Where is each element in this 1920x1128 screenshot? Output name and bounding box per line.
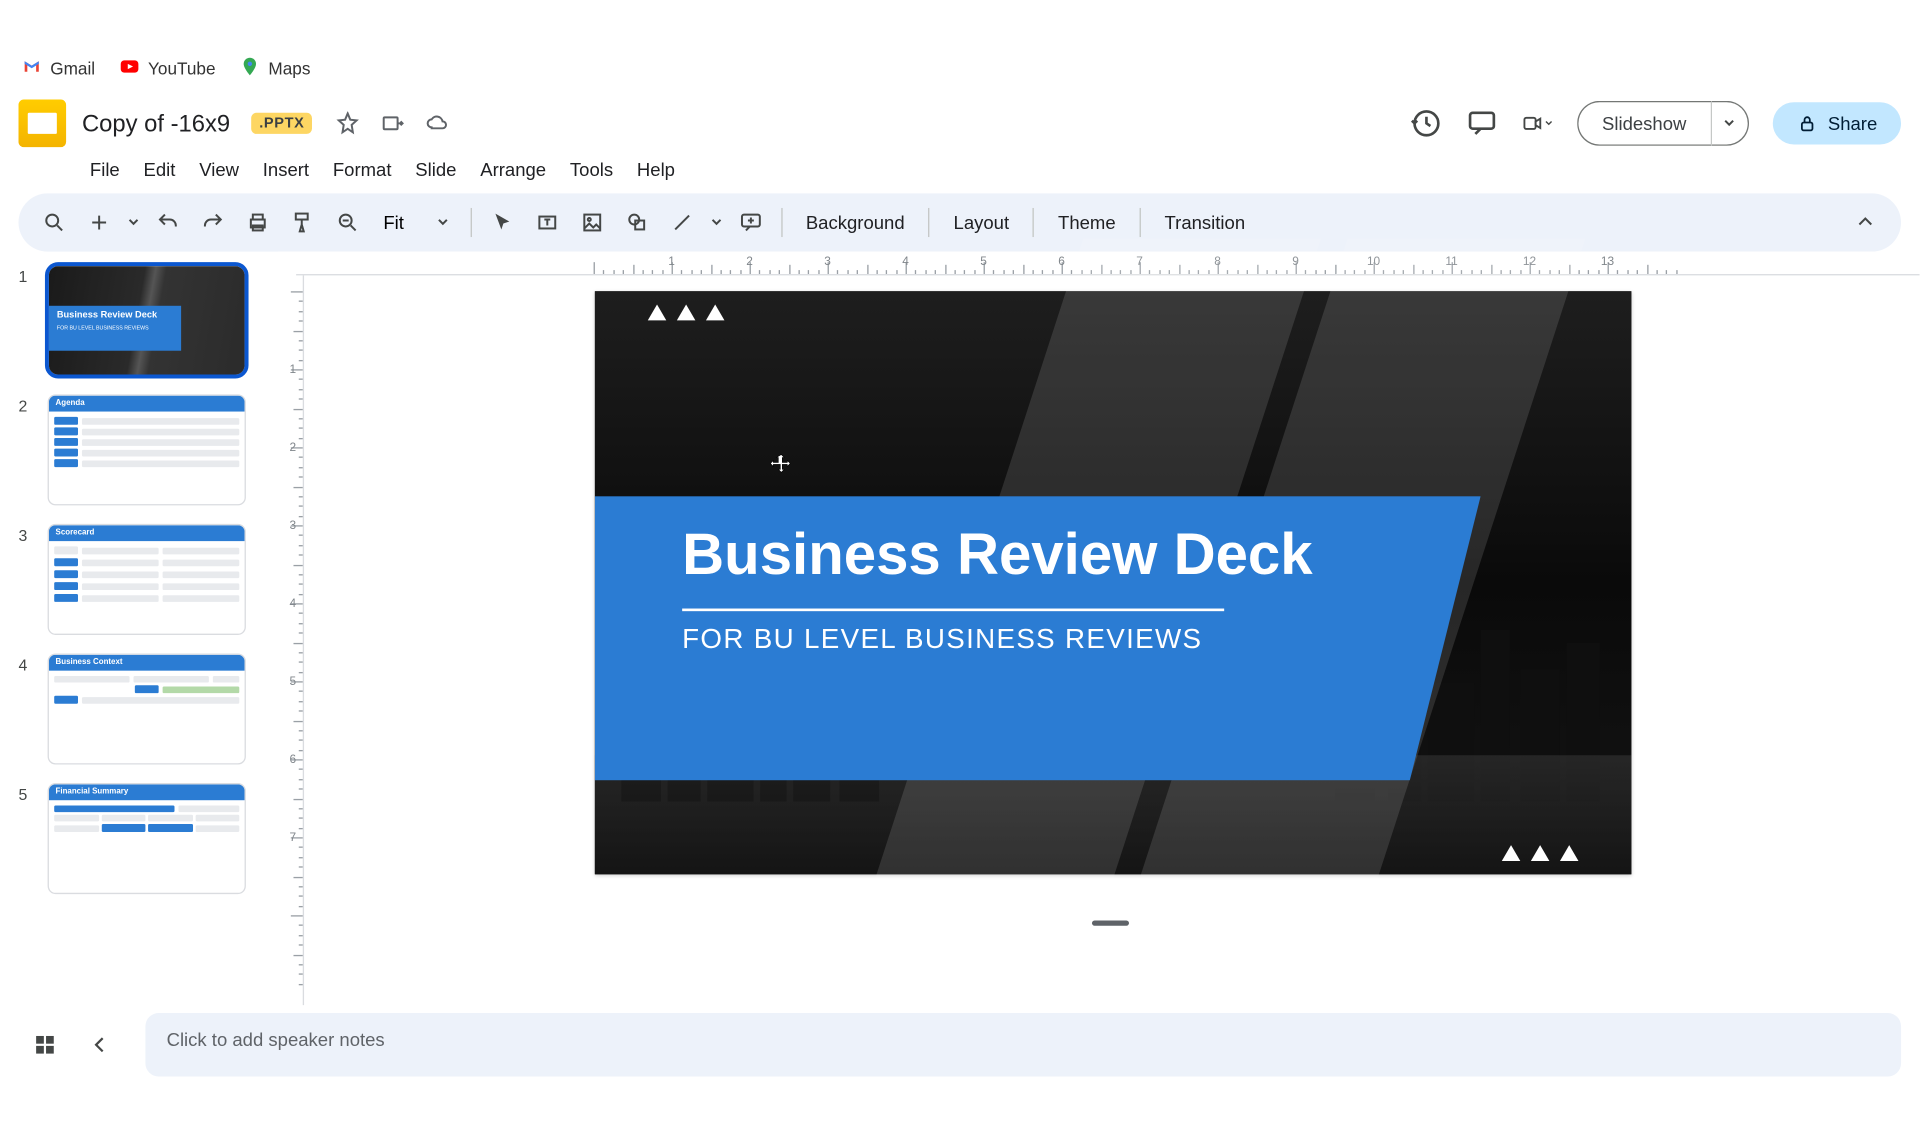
collapse-filmstrip-icon[interactable]: [87, 1032, 113, 1058]
menu-file[interactable]: File: [79, 154, 130, 186]
star-icon[interactable]: [336, 111, 360, 135]
speaker-notes-placeholder: Click to add speaker notes: [167, 1029, 385, 1050]
menu-arrange[interactable]: Arrange: [470, 154, 557, 186]
menu-bar: File Edit View Insert Format Slide Arran…: [0, 151, 1920, 193]
bookmark-gmail[interactable]: Gmail: [21, 55, 95, 80]
slide-title: Business Review Deck: [682, 523, 1414, 590]
bookmarks-bar: Gmail YouTube Maps: [0, 48, 1920, 88]
thumb2-title: Agenda: [49, 396, 245, 412]
thumb-number: 4: [19, 653, 35, 764]
thumb-number: 5: [19, 783, 35, 894]
thumbnail-5[interactable]: Financial Summary: [48, 783, 246, 894]
select-tool-icon[interactable]: [482, 203, 522, 243]
thumb3-title: Scorecard: [49, 525, 245, 541]
menu-view[interactable]: View: [189, 154, 250, 186]
slideshow-dropdown[interactable]: [1712, 101, 1749, 146]
separator: [470, 208, 471, 237]
menu-format[interactable]: Format: [322, 154, 402, 186]
maps-icon: [239, 55, 260, 80]
history-icon[interactable]: [1410, 107, 1442, 139]
toolbar-theme[interactable]: Theme: [1045, 207, 1129, 239]
vertical-ruler[interactable]: 1234567: [278, 275, 304, 1005]
separator: [1033, 208, 1034, 237]
paint-format-icon[interactable]: [283, 203, 323, 243]
undo-icon[interactable]: [148, 203, 188, 243]
bookmark-youtube[interactable]: YouTube: [119, 55, 216, 80]
grid-view-icon[interactable]: [32, 1032, 58, 1058]
speaker-notes[interactable]: Click to add speaker notes: [145, 1013, 1901, 1076]
menu-slide[interactable]: Slide: [405, 154, 467, 186]
triangle-decoration-tl: [648, 304, 725, 320]
separator: [928, 208, 929, 237]
meet-icon[interactable]: [1521, 107, 1553, 139]
redo-icon[interactable]: [193, 203, 233, 243]
gmail-icon: [21, 55, 42, 80]
thumbnail-panel[interactable]: 1 Business Review Deck FOR BU LEVEL BUSI…: [0, 252, 278, 1006]
share-label: Share: [1828, 113, 1877, 134]
main-area: 1 Business Review Deck FOR BU LEVEL BUSI…: [0, 252, 1920, 1006]
print-icon[interactable]: [238, 203, 278, 243]
share-button[interactable]: Share: [1772, 102, 1901, 144]
thumb-number: 2: [19, 394, 35, 505]
thumbnail-1[interactable]: Business Review Deck FOR BU LEVEL BUSINE…: [48, 265, 246, 376]
thumbnail-2[interactable]: Agenda: [48, 394, 246, 505]
separator: [1139, 208, 1140, 237]
thumb4-title: Business Context: [49, 655, 245, 671]
pptx-badge: .PPTX: [251, 113, 312, 134]
line-dropdown-icon[interactable]: [707, 203, 726, 243]
menu-insert[interactable]: Insert: [252, 154, 319, 186]
thumb-number: 3: [19, 524, 35, 635]
zoom-value: Fit: [383, 212, 404, 233]
present-handle[interactable]: [1092, 921, 1129, 926]
bookmark-maps[interactable]: Maps: [239, 55, 310, 80]
toolbar-layout[interactable]: Layout: [940, 207, 1022, 239]
bookmark-maps-label: Maps: [268, 58, 310, 78]
toolbar: Fit Background Layout Theme Transition: [19, 193, 1902, 251]
new-slide-dropdown-icon[interactable]: [124, 203, 143, 243]
image-icon[interactable]: [572, 203, 612, 243]
slides-app-icon[interactable]: [19, 100, 67, 148]
bottom-bar: Click to add speaker notes: [0, 1013, 1920, 1076]
zoom-selector[interactable]: Fit: [373, 209, 460, 235]
comments-icon[interactable]: [1466, 107, 1498, 139]
document-title[interactable]: Copy of -16x9: [82, 109, 230, 137]
bookmark-gmail-label: Gmail: [50, 58, 95, 78]
canvas-area: 12345678910111213 1234567: [278, 252, 1920, 1006]
title-banner[interactable]: Business Review Deck FOR BU LEVEL BUSINE…: [595, 496, 1481, 780]
search-menus-icon[interactable]: [34, 203, 74, 243]
menu-tools[interactable]: Tools: [559, 154, 623, 186]
triangle-decoration-br: [1502, 845, 1579, 861]
separator: [781, 208, 782, 237]
bookmark-youtube-label: YouTube: [148, 58, 216, 78]
youtube-icon: [119, 55, 140, 80]
slideshow-button[interactable]: Slideshow: [1577, 101, 1712, 146]
thumb-number: 1: [19, 265, 35, 376]
slide-subtitle: FOR BU LEVEL BUSINESS REVIEWS: [682, 624, 1414, 656]
title-divider: [682, 608, 1224, 611]
thumb1-title: Business Review Deck: [57, 311, 173, 321]
move-cursor-icon: [769, 453, 793, 477]
thumbnail-4[interactable]: Business Context: [48, 653, 246, 764]
zoom-out-icon[interactable]: [328, 203, 368, 243]
shape-icon[interactable]: [617, 203, 657, 243]
lock-icon: [1796, 113, 1817, 134]
cloud-status-icon[interactable]: [426, 111, 450, 135]
comment-add-icon[interactable]: [730, 203, 770, 243]
menu-edit[interactable]: Edit: [133, 154, 186, 186]
slideshow-button-group: Slideshow: [1577, 101, 1749, 146]
toolbar-transition[interactable]: Transition: [1151, 207, 1258, 239]
thumb5-title: Financial Summary: [49, 784, 245, 800]
slide-canvas[interactable]: Business Review Deck FOR BU LEVEL BUSINE…: [595, 291, 1631, 874]
thumb1-sub: FOR BU LEVEL BUSINESS REVIEWS: [57, 324, 173, 331]
toolbar-background[interactable]: Background: [793, 207, 918, 239]
textbox-icon[interactable]: [527, 203, 567, 243]
title-row: Copy of -16x9 .PPTX Slideshow Share: [0, 88, 1920, 151]
new-slide-icon[interactable]: [79, 203, 119, 243]
thumbnail-3[interactable]: Scorecard: [48, 524, 246, 635]
menu-help[interactable]: Help: [626, 154, 685, 186]
collapse-toolbar-icon[interactable]: [1846, 203, 1886, 243]
line-icon[interactable]: [662, 203, 702, 243]
chevron-down-icon: [436, 216, 449, 229]
move-icon[interactable]: [381, 111, 405, 135]
